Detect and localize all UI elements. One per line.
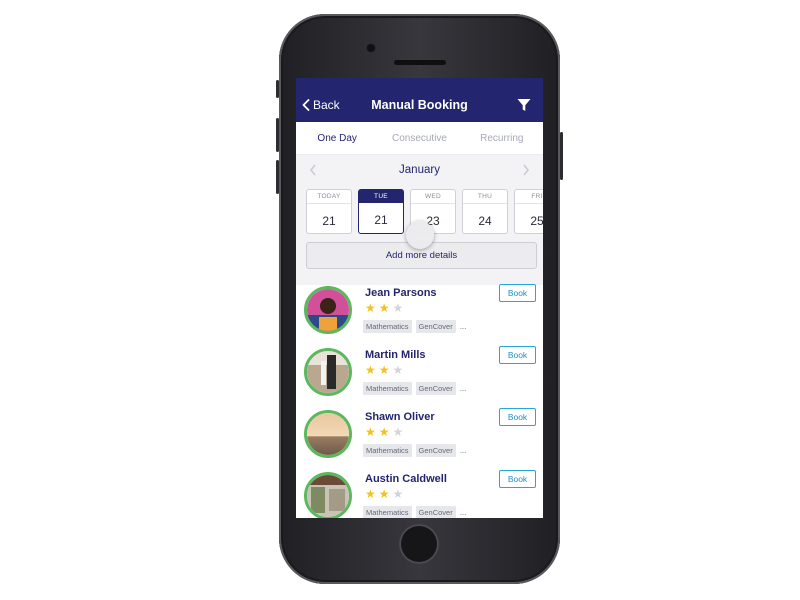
subject-tag: GenCover: [415, 506, 456, 518]
tab-recurring[interactable]: Recurring: [461, 133, 543, 144]
tab-one-day[interactable]: One Day: [296, 133, 378, 144]
day-card[interactable]: FRI 25: [514, 189, 543, 234]
avatar: [304, 472, 352, 518]
day-number: 25: [530, 214, 543, 228]
day-card[interactable]: TUE 21: [358, 189, 404, 234]
day-number: 24: [478, 214, 492, 228]
chevron-left-icon[interactable]: [308, 163, 318, 177]
more-tags-ellipsis: ...: [459, 384, 467, 393]
tutor-name: Austin Caldwell: [365, 473, 447, 485]
avatar-photo: [307, 351, 349, 393]
star-icon: ★: [392, 363, 404, 377]
month-label: January: [399, 164, 440, 176]
star-icon: ★: [392, 487, 404, 501]
avatar: [304, 348, 352, 396]
avatar: [304, 410, 352, 458]
filter-icon[interactable]: [517, 98, 531, 112]
subject-tags: Mathematics GenCover ...: [363, 382, 466, 395]
subject-tag: GenCover: [415, 382, 456, 395]
day-name: THU: [463, 190, 507, 204]
star-icon: ★: [392, 301, 404, 315]
front-camera: [367, 44, 375, 52]
rating-stars: ★ ★ ★: [365, 302, 403, 314]
power-button: [560, 132, 563, 180]
star-icon: ★: [365, 363, 376, 377]
book-button[interactable]: Book: [499, 346, 536, 364]
tab-consecutive[interactable]: Consecutive: [378, 133, 460, 144]
touch-indicator: [406, 221, 434, 249]
star-icon: ★: [365, 301, 376, 315]
subject-tag: GenCover: [415, 444, 456, 457]
rating-stars: ★ ★ ★: [365, 426, 403, 438]
day-card[interactable]: TODAY 21: [306, 189, 352, 234]
tutor-name: Jean Parsons: [365, 287, 437, 299]
book-button[interactable]: Book: [499, 284, 536, 302]
day-number: 21: [374, 213, 388, 227]
day-name: TODAY: [307, 190, 351, 204]
subject-tag: Mathematics: [363, 382, 412, 395]
subject-tags: Mathematics GenCover ...: [363, 320, 466, 333]
day-number: 21: [322, 214, 336, 228]
tutor-list: Jean Parsons ★ ★ ★ Mathematics GenCover ..…: [296, 284, 543, 518]
book-button[interactable]: Book: [499, 470, 536, 488]
date-picker: January TODAY 21 TUE 21 WED 23 THU 24 FR…: [296, 155, 543, 285]
subject-tag: Mathematics: [363, 506, 412, 518]
nav-bar: Back Manual Booking: [296, 78, 543, 122]
rating-stars: ★ ★ ★: [365, 364, 403, 376]
mute-switch: [276, 80, 279, 98]
star-icon: ★: [365, 487, 376, 501]
earpiece-speaker: [394, 60, 446, 65]
rating-stars: ★ ★ ★: [365, 488, 403, 500]
avatar-photo: [307, 413, 349, 455]
tutor-name: Shawn Oliver: [365, 411, 435, 423]
day-name: FRI: [515, 190, 543, 204]
avatar-photo: [307, 475, 349, 517]
star-icon: ★: [378, 301, 390, 315]
day-name: WED: [411, 190, 455, 204]
more-tags-ellipsis: ...: [459, 508, 467, 517]
star-icon: ★: [365, 425, 376, 439]
book-button[interactable]: Book: [499, 408, 536, 426]
day-name: TUE: [359, 190, 403, 203]
list-item[interactable]: Austin Caldwell ★ ★ ★ Mathematics GenCover…: [296, 470, 543, 518]
star-icon: ★: [378, 425, 390, 439]
page-title: Manual Booking: [371, 98, 468, 112]
star-icon: ★: [378, 363, 390, 377]
subject-tags: Mathematics GenCover ...: [363, 444, 466, 457]
list-item[interactable]: Jean Parsons ★ ★ ★ Mathematics GenCover ..…: [296, 284, 543, 346]
avatar-photo: [307, 289, 349, 331]
chevron-right-icon[interactable]: [521, 163, 531, 177]
avatar: [304, 286, 352, 334]
home-button[interactable]: [399, 524, 439, 564]
tutor-name: Martin Mills: [365, 349, 426, 361]
list-item[interactable]: Martin Mills ★ ★ ★ Mathematics GenCover ..…: [296, 346, 543, 408]
volume-up-button: [276, 118, 279, 152]
month-row: January: [296, 155, 543, 185]
volume-down-button: [276, 160, 279, 194]
subject-tag: Mathematics: [363, 444, 412, 457]
subject-tag: GenCover: [415, 320, 456, 333]
more-tags-ellipsis: ...: [459, 446, 467, 455]
subject-tags: Mathematics GenCover ...: [363, 506, 466, 518]
more-tags-ellipsis: ...: [459, 322, 467, 331]
app-screen: Back Manual Booking One Day Consecutive …: [296, 78, 543, 518]
booking-type-tabs: One Day Consecutive Recurring: [296, 122, 543, 155]
star-icon: ★: [378, 487, 390, 501]
day-card[interactable]: THU 24: [462, 189, 508, 234]
subject-tag: Mathematics: [363, 320, 412, 333]
star-icon: ★: [392, 425, 404, 439]
list-item[interactable]: Shawn Oliver ★ ★ ★ Mathematics GenCover ..…: [296, 408, 543, 470]
